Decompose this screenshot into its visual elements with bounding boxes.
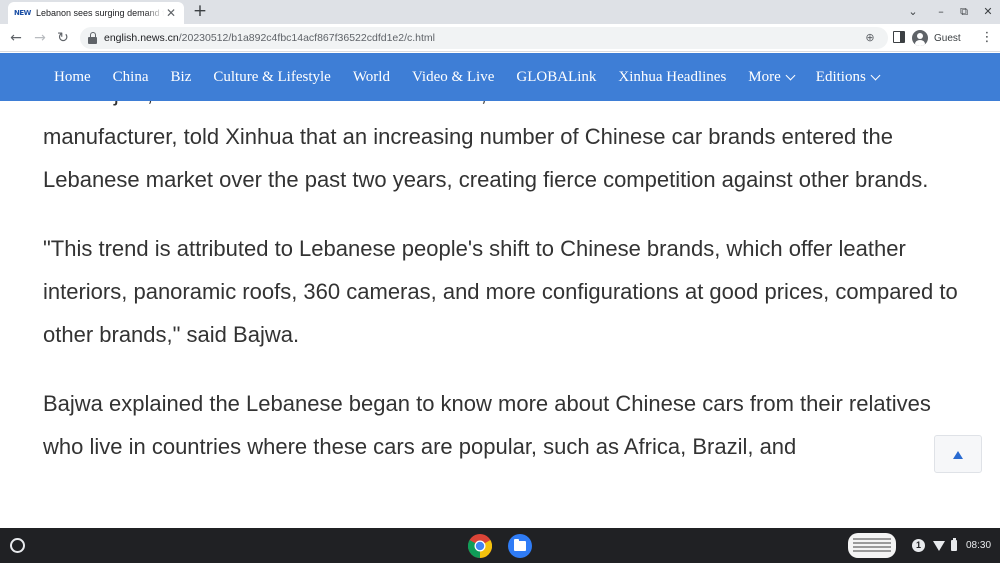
- reload-button[interactable]: ↻: [53, 28, 73, 48]
- nav-video-live[interactable]: Video & Live: [412, 69, 494, 86]
- browser-toolbar: ← → ↻ english.news.cn/20230512/b1a892c4f…: [0, 24, 1000, 52]
- nav-biz[interactable]: Biz: [171, 69, 192, 86]
- nav-china[interactable]: China: [113, 69, 149, 86]
- article-paragraph: Suk Bajwa, a sales consultant at JAC Mot…: [43, 101, 942, 192]
- site-favicon-icon: NEW: [14, 9, 31, 17]
- site-nav-items: Home China Biz Culture & Lifestyle World…: [43, 53, 890, 101]
- restore-button[interactable]: ⧉: [953, 3, 975, 21]
- zoom-icon[interactable]: ⊕: [862, 30, 878, 46]
- status-tray[interactable]: 1 08:30: [904, 534, 994, 557]
- nav-label: Editions: [815, 68, 866, 85]
- back-to-top-button[interactable]: [934, 435, 982, 473]
- clock: 08:30: [966, 540, 992, 551]
- minimize-button[interactable]: –: [930, 3, 952, 21]
- nav-culture-lifestyle[interactable]: Culture & Lifestyle: [213, 69, 330, 86]
- nav-xinhua-headlines[interactable]: Xinhua Headlines: [618, 69, 726, 86]
- nav-more[interactable]: More: [748, 68, 796, 86]
- chevron-down-icon: [785, 70, 796, 80]
- chrome-app-icon[interactable]: [468, 534, 492, 558]
- page-viewport[interactable]: Suk Bajwa, a sales consultant at JAC Mot…: [0, 101, 1000, 528]
- site-navigation: Home China Biz Culture & Lifestyle World…: [0, 53, 1000, 101]
- battery-icon: [951, 538, 957, 551]
- side-panel-icon[interactable]: [893, 31, 905, 43]
- tab-title: Lebanon sees surging demand f: [36, 8, 164, 18]
- nav-globalink[interactable]: GLOBALink: [516, 69, 596, 86]
- lock-icon[interactable]: [88, 32, 97, 44]
- arrow-up-icon: [953, 451, 963, 459]
- close-tab-icon[interactable]: ✕: [164, 6, 178, 20]
- launcher-icon[interactable]: [10, 538, 25, 553]
- article-body: Suk Bajwa, a sales consultant at JAC Mot…: [43, 101, 963, 494]
- wifi-icon: [933, 540, 945, 551]
- new-tab-button[interactable]: +: [190, 2, 210, 22]
- nav-world[interactable]: World: [353, 69, 390, 86]
- article-paragraph: Bajwa explained the Lebanese began to kn…: [43, 391, 931, 459]
- nav-label: Video & Live: [411, 68, 495, 85]
- nav-home[interactable]: Home: [54, 69, 91, 86]
- guest-avatar-icon: [912, 30, 928, 46]
- nav-label: Biz: [170, 68, 192, 85]
- nav-label: Home: [54, 68, 91, 85]
- url-host: english.news.cn: [104, 32, 179, 44]
- profile-button[interactable]: Guest: [912, 28, 961, 48]
- nav-editions[interactable]: Editions: [815, 68, 881, 86]
- nav-label: China: [112, 68, 149, 85]
- os-shelf: 1 08:30: [0, 528, 1000, 563]
- article-paragraph: "This trend is attributed to Lebanese pe…: [43, 236, 958, 347]
- profile-label: Guest: [934, 32, 961, 44]
- browser-menu-icon[interactable]: ⋮: [980, 28, 994, 48]
- forward-button[interactable]: →: [30, 28, 50, 48]
- files-app-icon[interactable]: [508, 534, 532, 558]
- url-text[interactable]: english.news.cn/20230512/b1a892c4fbc14ac…: [104, 27, 435, 49]
- nav-label: GLOBALink: [516, 68, 597, 85]
- tab-search-button[interactable]: ⌄: [902, 3, 924, 21]
- back-button[interactable]: ←: [6, 28, 26, 48]
- browser-tab[interactable]: NEW Lebanon sees surging demand f ✕: [8, 2, 184, 24]
- nav-label: More: [748, 68, 781, 85]
- nav-label: Xinhua Headlines: [618, 68, 727, 85]
- chevron-down-icon: [870, 70, 881, 80]
- nav-label: World: [352, 68, 390, 85]
- url-path: /20230512/b1a892c4fbc14acf867f36522cdfd1…: [178, 32, 436, 44]
- nav-label: Culture & Lifestyle: [213, 68, 331, 85]
- screen-capture-thumbnail[interactable]: [848, 533, 896, 558]
- address-bar[interactable]: english.news.cn/20230512/b1a892c4fbc14ac…: [80, 27, 888, 49]
- close-window-button[interactable]: ✕: [977, 3, 999, 21]
- notification-badge: 1: [912, 539, 925, 552]
- tab-strip: NEW Lebanon sees surging demand f ✕ + ⌄ …: [0, 0, 1000, 24]
